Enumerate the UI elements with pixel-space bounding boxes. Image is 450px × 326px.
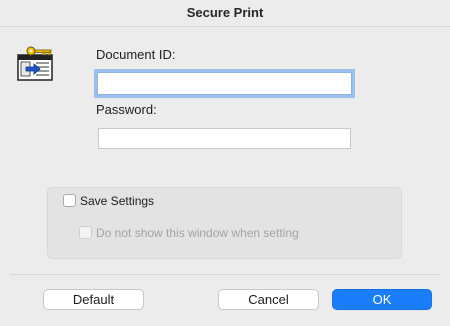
- ok-button[interactable]: OK: [332, 289, 432, 310]
- dialog-title: Secure Print: [186, 5, 264, 20]
- password-label: Password:: [96, 102, 157, 117]
- secure-print-dialog: Secure Print Document ID: Password: Save…: [0, 0, 450, 326]
- save-settings-checkbox[interactable]: [63, 194, 76, 207]
- document-id-input[interactable]: [97, 72, 352, 95]
- title-separator: [0, 26, 450, 27]
- default-button[interactable]: Default: [43, 289, 144, 310]
- password-input[interactable]: [98, 128, 351, 149]
- dont-show-window-checkbox: [79, 226, 92, 239]
- document-id-label: Document ID:: [96, 47, 176, 62]
- save-settings-label[interactable]: Save Settings: [80, 194, 154, 208]
- secure-print-key-document-icon: [16, 46, 56, 82]
- dont-show-window-label: Do not show this window when setting: [96, 226, 299, 240]
- button-bar-separator: [10, 274, 440, 275]
- cancel-button[interactable]: Cancel: [218, 289, 319, 310]
